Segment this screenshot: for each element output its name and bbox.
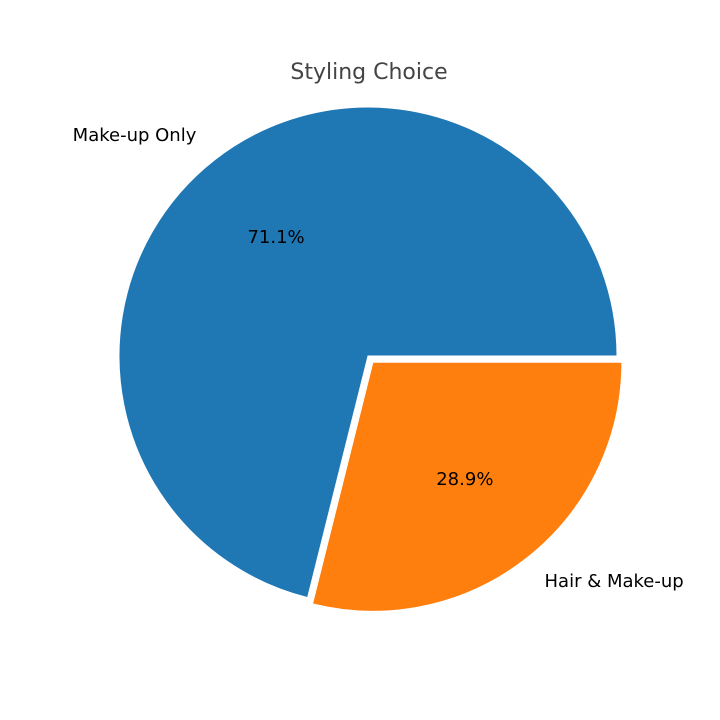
chart-title: Styling Choice <box>290 60 447 85</box>
slice-label: Hair & Make-up <box>545 571 684 592</box>
slice-percent-label: 71.1% <box>247 227 304 248</box>
pie-slices <box>118 106 623 612</box>
slice-percent-label: 28.9% <box>436 469 493 490</box>
pie-chart: Styling Choice Make-up Only 71.1% Hair & M… <box>73 60 684 612</box>
slice-label: Make-up Only <box>73 125 197 146</box>
